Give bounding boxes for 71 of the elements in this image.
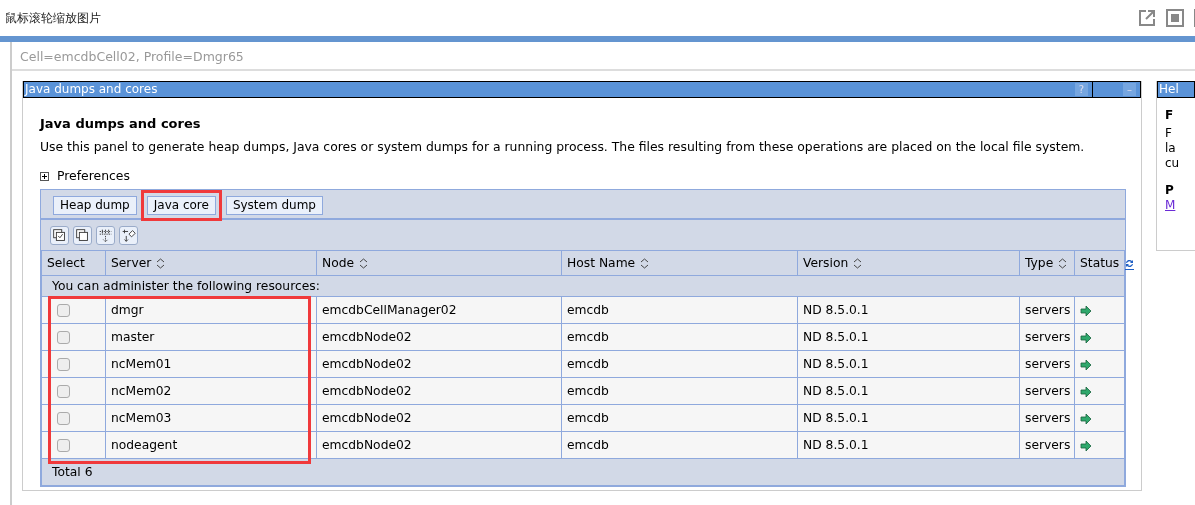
table-cell: emcdbNode02 [322,411,412,426]
table-cell: ncMem01 [111,357,172,372]
table-cell: emcdbCellManager02 [322,303,457,318]
table-cell: servers [1025,330,1071,345]
action-button[interactable]: Java core [146,196,216,216]
expand-icon[interactable] [40,171,49,181]
table-cell: ND 8.5.0.1 [803,411,869,426]
sort-icon[interactable] [853,258,863,270]
table-cell: emcdb [567,330,609,345]
table-cell: ND 8.5.0.1 [803,357,869,372]
table-cell: master [111,330,155,345]
row-checkbox[interactable] [57,385,70,399]
table-cell: emcdbNode02 [322,438,412,453]
table-cell: dmgr [111,303,144,318]
help-text: cu [1165,155,1180,170]
table-cell: servers [1025,303,1071,318]
column-header[interactable]: Server [111,256,152,271]
action-button[interactable]: System dump [225,196,323,216]
table-cell: ND 8.5.0.1 [803,330,869,345]
filter-icon[interactable] [96,225,115,245]
external-link-icon[interactable] [1137,8,1157,28]
refresh-icon[interactable] [1124,257,1136,270]
table-cell: ND 8.5.0.1 [803,303,869,318]
row-checkbox[interactable] [57,304,70,318]
table-cell: emcdb [567,384,609,399]
table-cell: emcdb [567,303,609,318]
column-header[interactable]: Node [322,256,355,271]
panel-title: Java dumps and cores [25,81,158,97]
preferences-toggle[interactable]: Preferences [57,166,130,186]
row-checkbox[interactable] [57,331,70,345]
row-checkbox[interactable] [57,412,70,426]
table-cell: emcdbNode02 [322,384,412,399]
table-cell: servers [1025,357,1071,372]
help-link[interactable]: M [1165,197,1176,212]
help-panel-title: Hel [1157,80,1195,98]
table-cell: servers [1025,411,1071,426]
select-all-icon[interactable] [50,225,69,245]
row-checkbox[interactable] [57,439,70,453]
help-heading: P [1165,182,1175,198]
table-cell: servers [1025,438,1071,453]
deselect-all-icon[interactable] [73,225,92,245]
table-cell: ND 8.5.0.1 [803,384,869,399]
table-cell: emcdb [567,411,609,426]
panel-description: Use this panel to generate heap dumps, Java cores or system dumps for a running process. The files resulting from these operations are placed on the local file system. [40,138,1086,157]
sort-icon[interactable] [1058,258,1068,270]
table-cell: emcdb [567,438,609,453]
table-cell: emcdbNode02 [322,357,412,372]
window-title: 鼠标滚轮缩放图片 [5,10,101,27]
help-text: F [1165,125,1172,140]
table-cell: emcdbNode02 [322,330,412,345]
row-checkbox[interactable] [57,358,70,372]
maximize-icon[interactable] [1165,8,1185,28]
panel-heading: Java dumps and cores [40,114,202,133]
help-heading: F [1165,107,1175,123]
table-cell: ND 8.5.0.1 [803,438,869,453]
table-cell: ncMem03 [111,411,172,426]
clear-filter-icon[interactable] [119,225,138,245]
column-header[interactable]: Version [803,256,849,271]
sort-icon[interactable] [359,258,369,270]
table-note: You can administer the following resources: [52,279,320,294]
table-cell: servers [1025,384,1071,399]
table-cell: emcdb [567,357,609,372]
breadcrumb: Cell=emcdbCell02, Profile=Dmgr65 [20,49,244,64]
table-cell: ncMem02 [111,384,172,399]
total-count: Total 6 [52,465,93,480]
table-cell: nodeagent [111,438,178,453]
column-header[interactable]: Host Name [567,256,636,271]
sort-icon[interactable] [640,258,650,270]
help-text: la [1165,140,1176,155]
sort-icon[interactable] [156,258,166,270]
action-button[interactable]: Heap dump [53,196,137,216]
